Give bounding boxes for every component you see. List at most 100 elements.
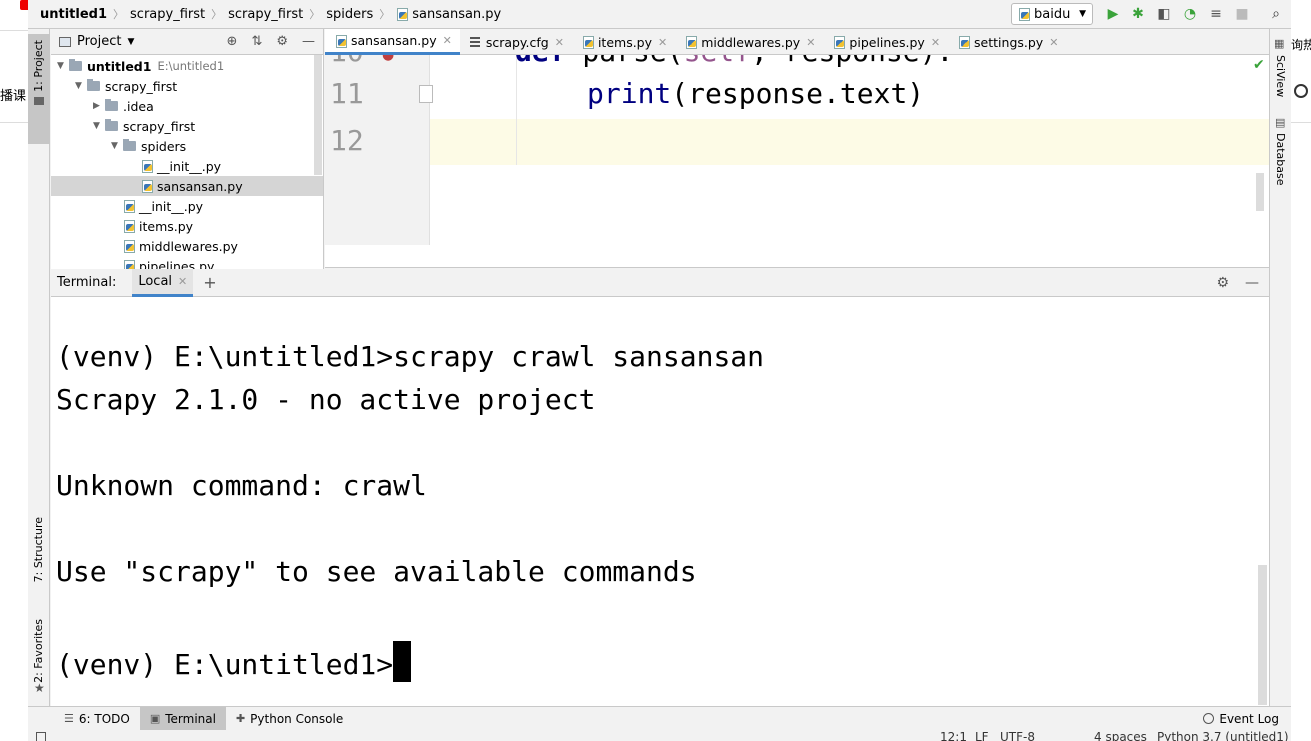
project-tool-button[interactable]: 1: Project — [28, 34, 50, 144]
database-tool-button[interactable]: Database — [1274, 133, 1287, 186]
breadcrumb-item[interactable]: scrapy_first — [228, 7, 303, 22]
expanded-arrow-icon[interactable]: ▼ — [93, 121, 105, 131]
tree-item-label: __init__.py — [139, 198, 204, 214]
breadcrumb-item[interactable]: sansansan.py — [412, 7, 501, 22]
profile-icon[interactable]: ◔ — [1181, 5, 1199, 23]
code-editor[interactable]: 10 11 12 ● def parse(self, response): pr… — [325, 55, 1269, 268]
database-icon: ▤ — [1275, 116, 1286, 129]
line-separator[interactable]: LF — [975, 730, 989, 741]
search-icon[interactable] — [1294, 84, 1308, 98]
run-configuration-select[interactable]: baidu ▼ — [1011, 3, 1093, 25]
project-view-select[interactable]: Project — [77, 34, 121, 49]
close-icon[interactable]: ✕ — [555, 36, 564, 49]
python-icon — [1018, 8, 1030, 21]
code-line: print(response.text) — [587, 77, 924, 110]
hide-icon[interactable]: — — [302, 34, 315, 49]
indent-setting[interactable]: 4 spaces — [1094, 730, 1147, 741]
tree-item[interactable]: ▼ spiders — [51, 136, 323, 156]
tree-item[interactable]: middlewares.py — [51, 236, 323, 256]
background-text-right: 询热 — [1291, 38, 1311, 52]
coverage-icon[interactable]: ◧ — [1155, 5, 1173, 23]
breadcrumb-item[interactable]: spiders — [326, 7, 373, 22]
editor-tab[interactable]: items.py ✕ — [572, 29, 675, 55]
tree-item-label: untitled1 — [87, 58, 152, 74]
breadcrumb-item[interactable]: untitled1 — [40, 7, 107, 22]
no-problems-icon[interactable]: ✔ — [1253, 57, 1265, 73]
tree-item[interactable]: __init__.py — [51, 196, 323, 216]
expanded-arrow-icon[interactable]: ▼ — [57, 61, 69, 71]
terminal-line: Use "scrapy" to see available commands — [56, 555, 697, 588]
chevron-down-icon[interactable]: ▼ — [127, 37, 134, 47]
override-marker-icon[interactable]: ● — [382, 55, 394, 63]
tree-item[interactable]: sansansan.py — [51, 176, 323, 196]
favorites-tool-button[interactable]: 2: Favorites — [32, 619, 45, 683]
tree-item[interactable]: ▼ scrapy_first — [51, 76, 323, 96]
line-number: 11 — [330, 77, 364, 110]
stop-icon[interactable]: ■ — [1233, 5, 1251, 23]
editor-tab[interactable]: pipelines.py ✕ — [823, 29, 948, 55]
caret-position[interactable]: 12:1 — [940, 730, 967, 741]
navigation-bar: untitled1 〉 scrapy_first 〉 scrapy_first … — [28, 0, 1291, 29]
divider — [0, 30, 28, 31]
close-icon[interactable]: ✕ — [178, 275, 187, 288]
terminal-tool-button[interactable]: ▣ Terminal — [139, 706, 226, 731]
event-log-button[interactable]: Event Log — [1203, 712, 1291, 726]
divider — [1291, 122, 1311, 123]
code-line-10: def parse(self, response): — [515, 55, 953, 68]
breadcrumb-item[interactable]: scrapy_first — [130, 7, 205, 22]
concurrency-icon[interactable]: ≡ — [1207, 5, 1225, 23]
toggle-tool-windows-icon[interactable] — [36, 732, 46, 741]
collapse-all-icon[interactable]: ⇅ — [251, 34, 262, 49]
terminal-header: Terminal: Local ✕ + ⚙ — — [51, 268, 1269, 297]
tree-item[interactable]: __init__.py — [51, 156, 323, 176]
terminal-scrollbar[interactable] — [1258, 565, 1267, 705]
collapsed-arrow-icon[interactable]: ▶ — [93, 101, 105, 111]
python-interpreter[interactable]: Python 3.7 (untitled1) — [1157, 730, 1289, 741]
search-everywhere-icon[interactable]: ⌕ — [1267, 5, 1285, 23]
close-icon[interactable]: ✕ — [443, 34, 452, 47]
close-icon[interactable]: ✕ — [658, 36, 667, 49]
locate-icon[interactable]: ⊕ — [227, 34, 238, 49]
python-console-tool-button[interactable]: ✚ Python Console — [226, 707, 353, 731]
terminal-tool-label: Terminal — [165, 711, 216, 726]
tree-item[interactable]: items.py — [51, 216, 323, 236]
tree-item[interactable]: pipelines.py — [51, 256, 323, 269]
structure-tool-button[interactable]: 7: Structure — [32, 517, 45, 582]
python-file-icon — [335, 34, 347, 48]
sciview-tool-button[interactable]: SciView — [1274, 55, 1287, 97]
tree-item[interactable]: ▶ .idea — [51, 96, 323, 116]
close-icon[interactable]: ✕ — [931, 36, 940, 49]
terminal-label: Terminal: — [57, 275, 117, 290]
editor-scrollbar[interactable] — [1256, 173, 1264, 211]
gear-icon[interactable]: ⚙ — [276, 34, 288, 49]
close-icon[interactable]: ✕ — [1049, 36, 1058, 49]
expanded-arrow-icon[interactable]: ▼ — [111, 141, 123, 151]
terminal-line-text: Use "scrapy" to see available commands — [56, 555, 697, 588]
terminal-output[interactable]: (venv) E:\untitled1>scrapy crawl sansans… — [51, 297, 1269, 706]
breadcrumb: untitled1 〉 scrapy_first 〉 scrapy_first … — [28, 6, 501, 22]
line-number: 12 — [330, 124, 364, 157]
editor-tab-label: scrapy.cfg — [485, 34, 549, 50]
expanded-arrow-icon[interactable]: ▼ — [75, 81, 87, 91]
terminal-line-text: (venv) E:\untitled1>scrapy crawl sansans… — [56, 340, 765, 373]
new-terminal-icon[interactable]: + — [203, 273, 216, 292]
tree-item[interactable]: ▼ scrapy_first — [51, 116, 323, 136]
hide-icon[interactable]: — — [1245, 275, 1259, 291]
editor-tab[interactable]: middlewares.py ✕ — [675, 29, 823, 55]
code-line-11: print(response.text) — [587, 77, 925, 110]
editor-tab[interactable]: sansansan.py ✕ — [325, 29, 460, 55]
run-icon[interactable]: ▶ — [1104, 5, 1122, 23]
tree-item[interactable]: ▼ untitled1 E:\untitled1 — [51, 56, 323, 76]
close-icon[interactable]: ✕ — [806, 36, 815, 49]
editor-tab[interactable]: settings.py ✕ — [948, 29, 1066, 55]
fold-marker-icon[interactable] — [419, 85, 433, 103]
file-encoding[interactable]: UTF-8 — [1000, 730, 1035, 741]
bottom-tool-bar: ☰ 6: TODO ▣ Terminal ✚ Python Console Ev… — [28, 706, 1291, 731]
event-log-icon — [1203, 713, 1215, 724]
debug-icon[interactable]: ✱ — [1129, 5, 1147, 23]
gear-icon[interactable]: ⚙ — [1216, 275, 1229, 291]
terminal-tab-local[interactable]: Local ✕ — [132, 268, 194, 297]
editor-tab[interactable]: scrapy.cfg ✕ — [460, 29, 572, 55]
python-file-icon — [141, 180, 153, 193]
todo-tool-button[interactable]: ☰ 6: TODO — [54, 707, 140, 731]
